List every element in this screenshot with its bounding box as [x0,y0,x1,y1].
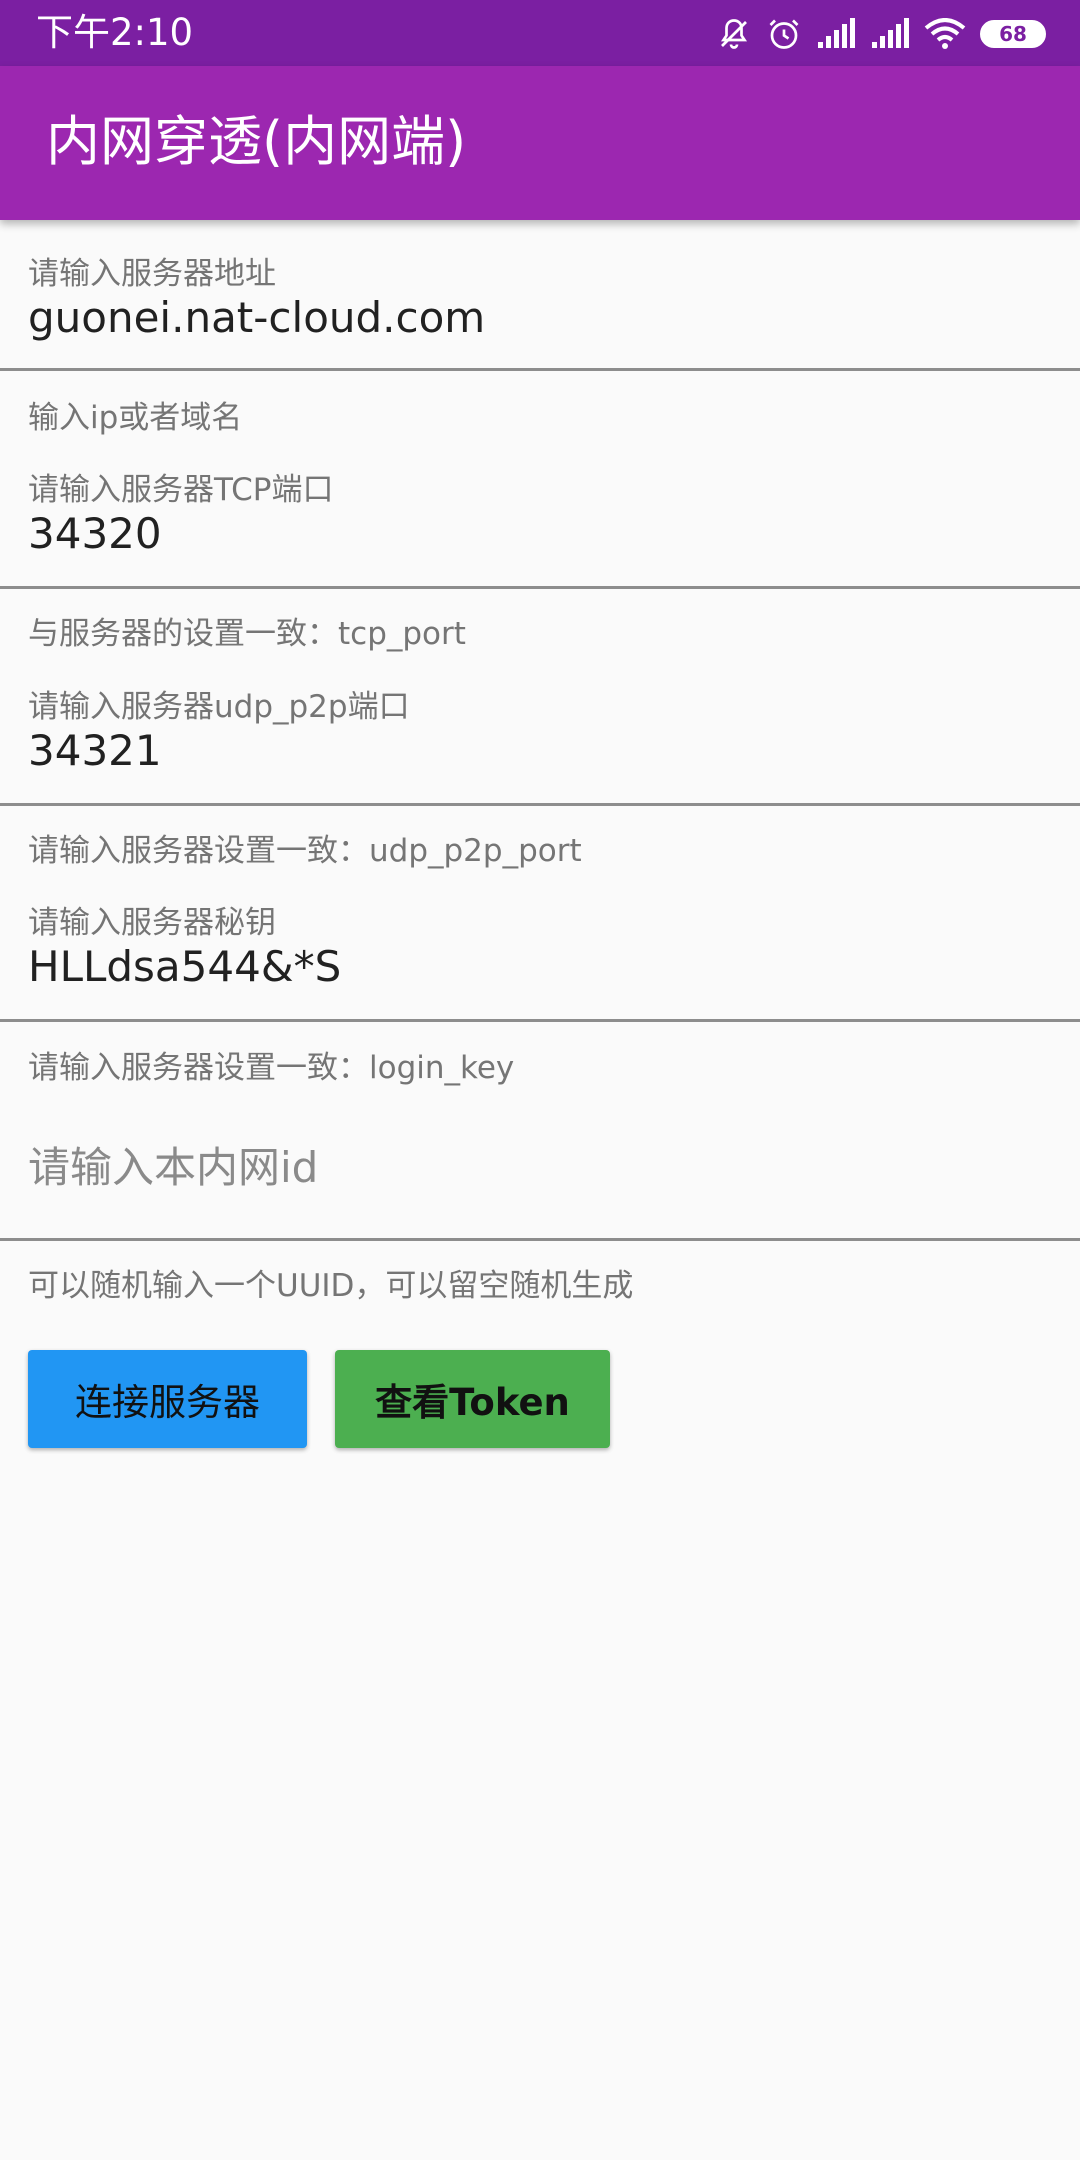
secret-key-input[interactable]: HLLdsa544&*S [28,941,341,993]
wifi-icon [924,18,966,49]
muted-bell-icon [720,19,748,49]
server-address-helper: 输入ip或者域名 [28,400,243,436]
signal-icon [872,18,909,48]
tcp-port-input[interactable]: 34320 [28,508,162,560]
status-icons: 68 [716,13,1046,55]
status-time: 下午2:10 [36,11,194,54]
intranet-id-underline [0,1238,1080,1241]
app-title: 内网穿透(内网端) [46,110,467,173]
view-token-button[interactable]: 查看Token [335,1350,610,1448]
signal-icon [818,18,855,48]
udp-port-underline [0,803,1080,806]
udp-port-input[interactable]: 34321 [28,725,162,777]
battery-icon: 68 [980,20,1046,48]
secret-key-helper: 请输入服务器设置一致：login_key [28,1050,515,1086]
intranet-id-field[interactable]: 请输入本内网id [0,1100,1080,1242]
udp-port-label: 请输入服务器udp_p2p端口 [28,689,410,725]
tcp-port-label: 请输入服务器TCP端口 [28,472,334,508]
app-bar: 内网穿透(内网端) [0,66,1080,220]
intranet-id-input[interactable]: 请输入本内网id [28,1142,318,1194]
intranet-id-helper: 可以随机输入一个UUID，可以留空随机生成 [28,1268,634,1304]
tcp-port-field[interactable]: 请输入服务器TCP端口 34320 [0,470,1080,590]
connect-server-button[interactable]: 连接服务器 [28,1350,307,1448]
tcp-port-helper: 与服务器的设置一致：tcp_port [28,616,466,652]
server-address-underline [0,368,1080,371]
battery-level: 68 [999,22,1027,46]
server-address-label: 请输入服务器地址 [28,256,276,292]
server-address-field[interactable]: 请输入服务器地址 guonei.nat-cloud.com [0,220,1080,372]
secret-key-field[interactable]: 请输入服务器秘钥 HLLdsa544&*S [0,903,1080,1023]
tcp-port-underline [0,586,1080,589]
secret-key-label: 请输入服务器秘钥 [28,905,276,941]
status-bar: 下午2:10 68 [0,0,1080,66]
udp-port-field[interactable]: 请输入服务器udp_p2p端口 34321 [0,687,1080,807]
udp-port-helper: 请输入服务器设置一致：udp_p2p_port [28,833,582,869]
alarm-icon [769,19,799,49]
server-address-input[interactable]: guonei.nat-cloud.com [28,292,485,344]
secret-key-underline [0,1019,1080,1022]
